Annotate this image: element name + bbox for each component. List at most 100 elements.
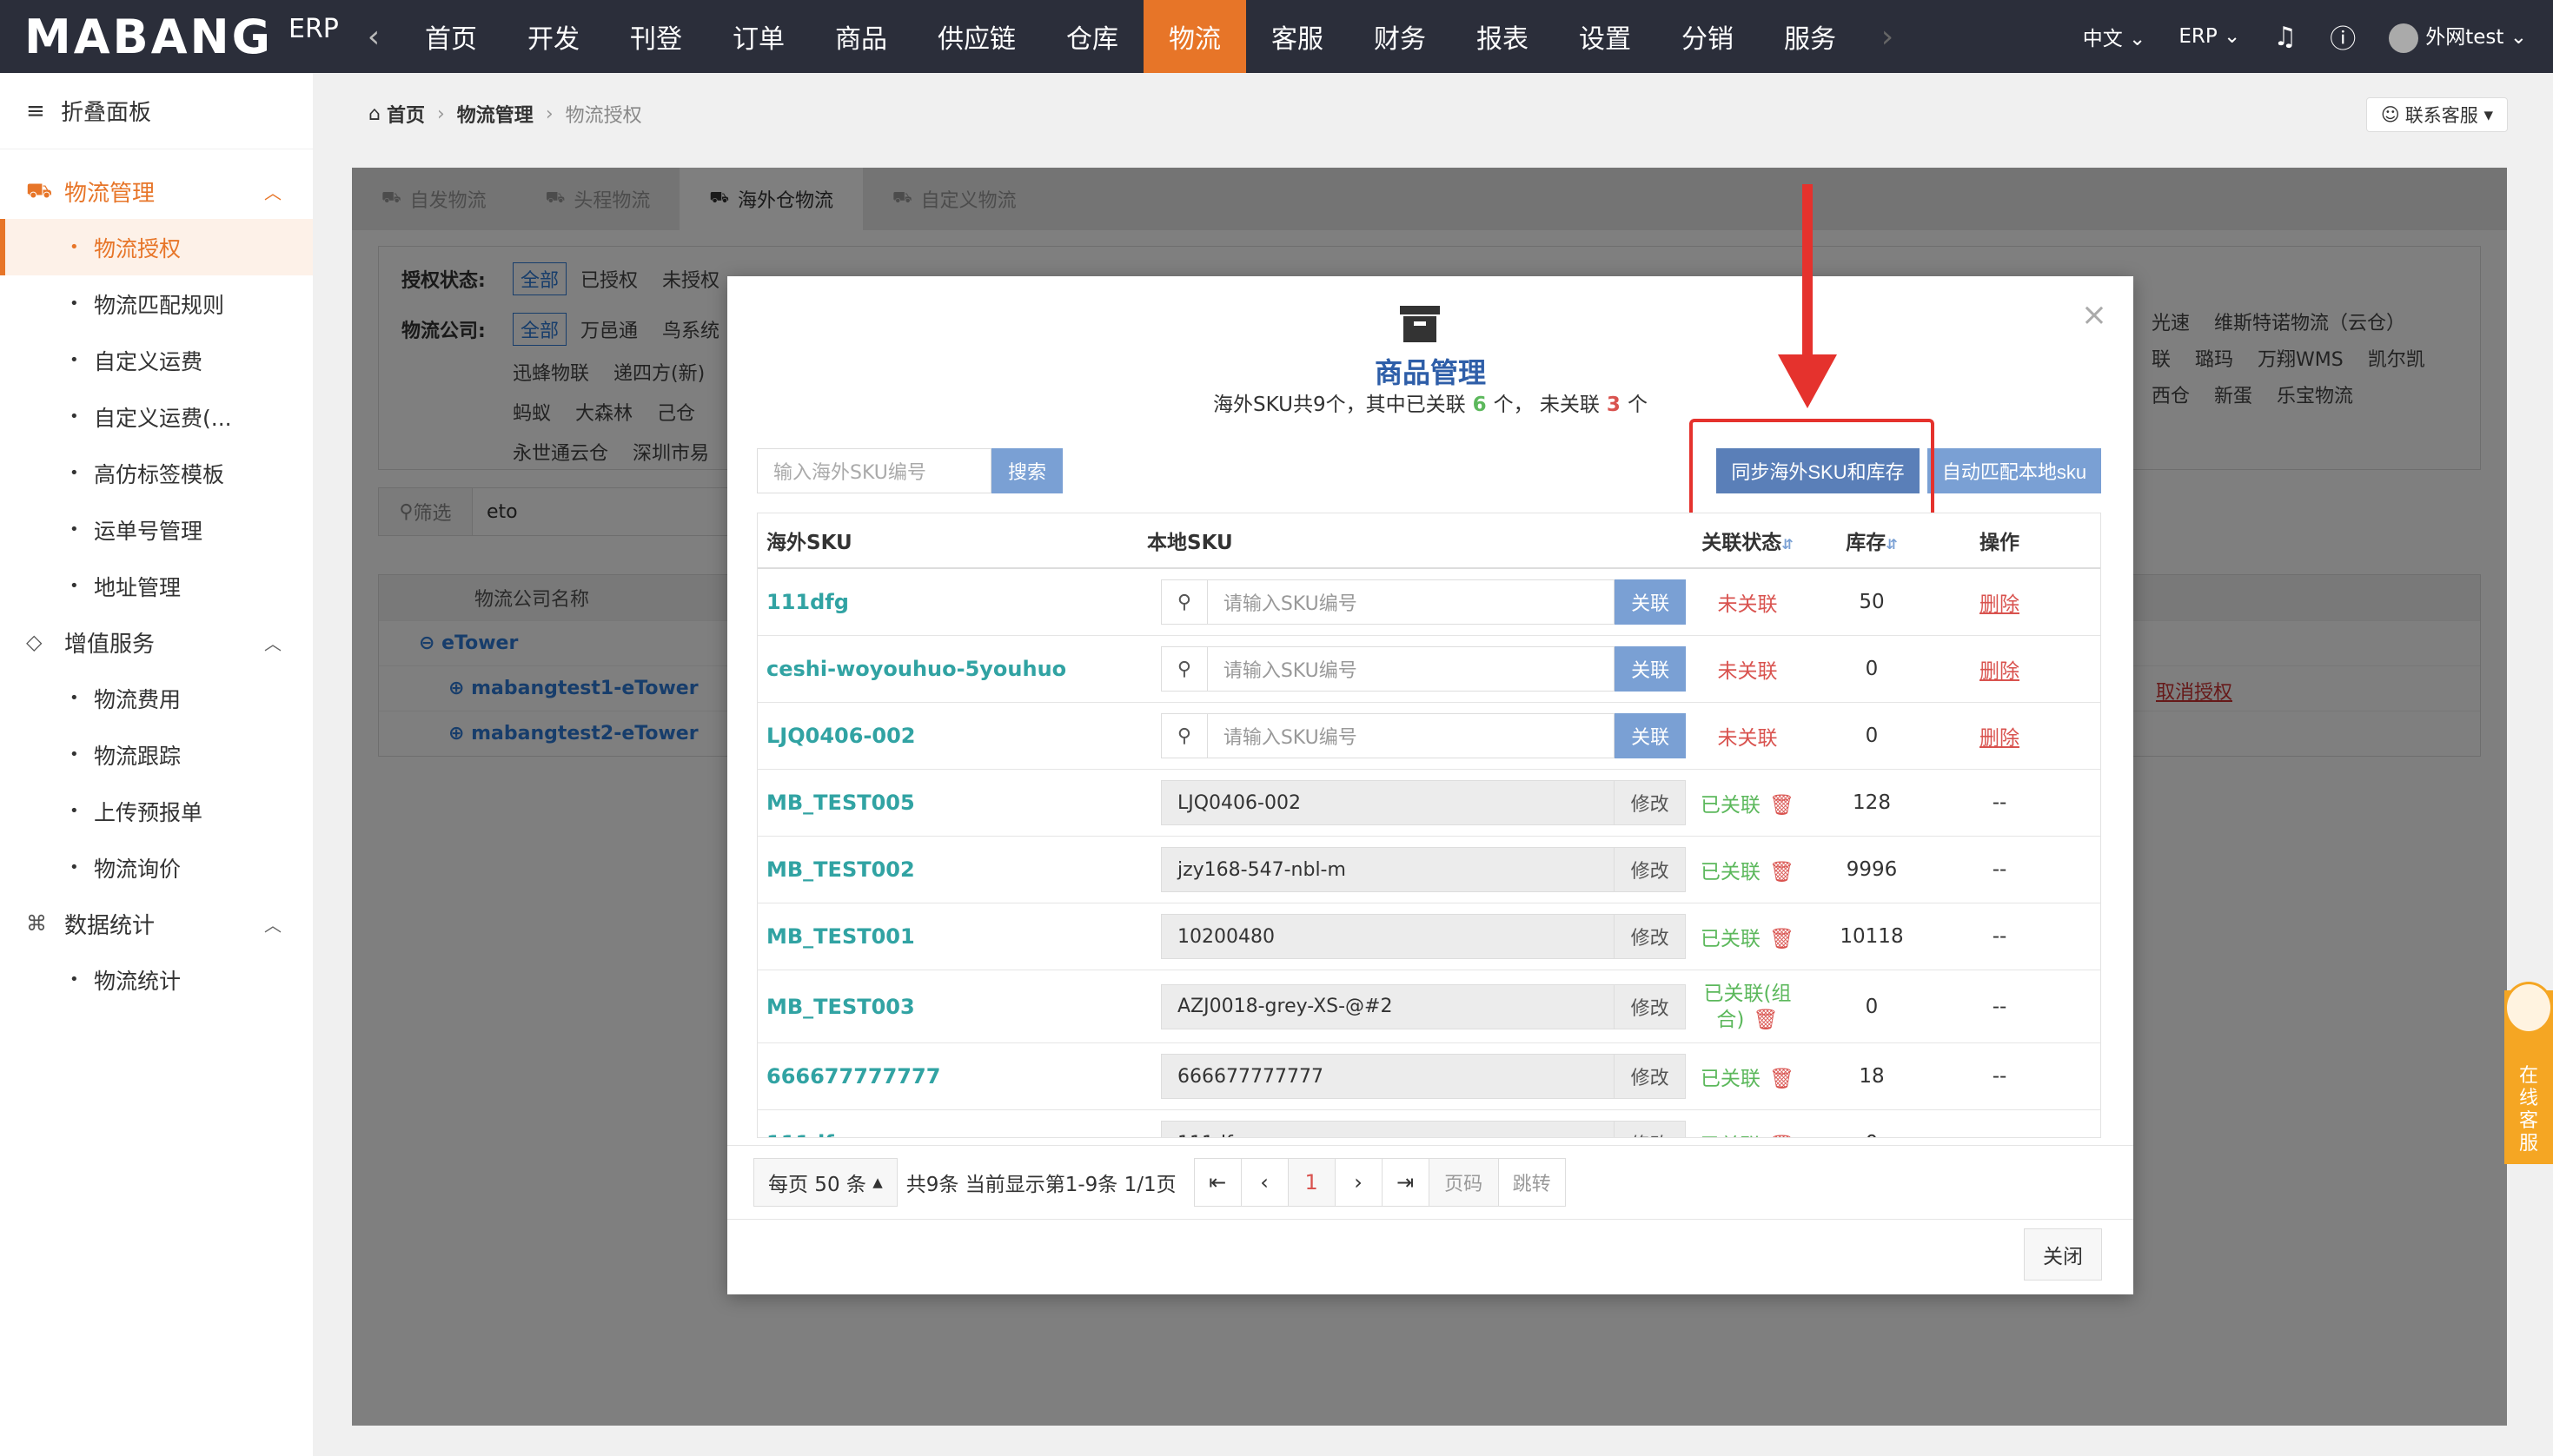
nav-item[interactable]: 订单 xyxy=(707,0,810,73)
nav-prev-icon[interactable]: ‹ xyxy=(348,19,400,55)
first-page-icon[interactable]: ⇤ xyxy=(1194,1159,1242,1206)
collapse-panel-button[interactable]: ≡ 折叠面板 xyxy=(0,73,313,149)
online-service-float[interactable]: 在线客服 xyxy=(2504,982,2553,1164)
sidebar-item[interactable]: 上传预报单 xyxy=(0,783,313,839)
link-button[interactable]: 关联 xyxy=(1615,579,1686,625)
auto-match-sku-button[interactable]: 自动匹配本地sku xyxy=(1927,448,2101,493)
sidebar-item[interactable]: 自定义运费(... xyxy=(0,388,313,445)
home-icon: ⌂ xyxy=(368,103,387,125)
delete-link[interactable]: 删除 xyxy=(1979,727,2019,750)
sidebar-item[interactable]: 物流询价 xyxy=(0,839,313,896)
status-badge: 未关联 xyxy=(1717,727,1778,750)
next-page-icon[interactable]: › xyxy=(1335,1159,1383,1206)
link-button[interactable]: 关联 xyxy=(1615,646,1686,692)
overseas-sku-search-input[interactable]: 输入海外SKU编号 xyxy=(757,448,991,493)
trash-icon[interactable]: 🗑 xyxy=(1769,794,1794,817)
link-button[interactable]: 关联 xyxy=(1615,713,1686,758)
user-menu[interactable]: 外网test ⌄ xyxy=(2389,20,2527,53)
local-sku-input[interactable]: 请输入SKU编号 xyxy=(1207,646,1615,692)
modify-button[interactable]: 修改 xyxy=(1615,1121,1686,1137)
close-icon[interactable]: × xyxy=(2081,297,2107,333)
sidebar-item[interactable]: 地址管理 xyxy=(0,558,313,614)
nav-item[interactable]: 开发 xyxy=(502,0,605,73)
modify-button[interactable]: 修改 xyxy=(1615,847,1686,892)
sidebar-group[interactable]: ⌘ 数据统计 ︿ xyxy=(0,896,313,951)
overseas-sku-link[interactable]: MB_TEST005 xyxy=(766,791,915,815)
delete-link[interactable]: 删除 xyxy=(1979,593,2019,616)
language-menu[interactable]: 中文 ⌄ xyxy=(2083,22,2146,51)
last-page-icon[interactable]: ⇥ xyxy=(1382,1159,1429,1206)
overseas-sku-link[interactable]: ceshi-woyouhuo-5youhuo xyxy=(766,657,1066,681)
modify-button[interactable]: 修改 xyxy=(1615,914,1686,959)
breadcrumb-logistics[interactable]: 物流管理 xyxy=(457,100,534,128)
modify-button[interactable]: 修改 xyxy=(1615,780,1686,825)
sidebar-group[interactable]: ◇ 增值服务 ︿ xyxy=(0,614,313,670)
jump-button[interactable]: 跳转 xyxy=(1498,1159,1565,1206)
table-row: LJQ0406-002 ⚲ 请输入SKU编号 关联 未关联 0 删除 xyxy=(758,703,2100,770)
search-button[interactable]: 搜索 xyxy=(991,448,1063,493)
sync-sku-stock-button[interactable]: 同步海外SKU和库存 xyxy=(1716,448,1920,493)
nav-item[interactable]: 财务 xyxy=(1349,0,1451,73)
col-status[interactable]: 关联状态⇵ xyxy=(1686,526,1809,555)
sidebar-item[interactable]: 运单号管理 xyxy=(0,501,313,558)
overseas-sku-link[interactable]: LJQ0406-002 xyxy=(766,724,915,748)
erp-menu[interactable]: ERP ⌄ xyxy=(2178,25,2240,48)
col-stock[interactable]: 库存⇵ xyxy=(1809,526,1934,555)
search-icon[interactable]: ⚲ xyxy=(1161,579,1208,625)
sidebar-item[interactable]: 物流费用 xyxy=(0,670,313,726)
nav-item[interactable]: 物流 xyxy=(1144,0,1246,73)
online-service-label: 在线客服 xyxy=(2518,1065,2538,1155)
overseas-sku-link[interactable]: 111dfg xyxy=(766,590,849,614)
page-size-select[interactable]: 每页 50 条 ▴ xyxy=(753,1158,898,1207)
sort-icon[interactable]: ⇵ xyxy=(1886,536,1897,553)
nav-next-icon[interactable]: › xyxy=(1861,19,1913,55)
nav-item[interactable]: 设置 xyxy=(1554,0,1656,73)
trash-icon[interactable]: 🗑 xyxy=(1769,928,1794,950)
bell-icon[interactable]: ♫ xyxy=(2273,22,2297,52)
modify-button[interactable]: 修改 xyxy=(1615,983,1686,1029)
local-sku-input[interactable]: 请输入SKU编号 xyxy=(1207,713,1615,758)
nav-item[interactable]: 报表 xyxy=(1451,0,1554,73)
modify-button[interactable]: 修改 xyxy=(1615,1054,1686,1099)
nav-item[interactable]: 客服 xyxy=(1246,0,1349,73)
contact-service-button[interactable]: ☺ 联系客服 ▾ xyxy=(2365,97,2508,132)
overseas-sku-link[interactable]: 111dfg xyxy=(766,1131,849,1137)
trash-icon[interactable]: 🗑 xyxy=(1769,1135,1794,1137)
local-sku-value: LJQ0406-002 xyxy=(1161,780,1615,825)
sidebar-item[interactable]: 自定义运费 xyxy=(0,332,313,388)
op-empty: -- xyxy=(1992,791,2007,814)
sidebar-item[interactable]: 物流授权 xyxy=(0,219,313,275)
search-icon[interactable]: ⚲ xyxy=(1161,713,1208,758)
overseas-sku-link[interactable]: MB_TEST002 xyxy=(766,857,915,882)
trash-icon[interactable]: 🗑 xyxy=(1769,1068,1794,1090)
trash-icon[interactable]: 🗑 xyxy=(1769,861,1794,884)
local-sku-input[interactable]: 请输入SKU编号 xyxy=(1207,579,1615,625)
nav-item[interactable]: 分销 xyxy=(1656,0,1759,73)
search-icon[interactable]: ⚲ xyxy=(1161,646,1208,692)
stock-value: 10118 xyxy=(1840,925,1904,948)
delete-link[interactable]: 删除 xyxy=(1979,660,2019,683)
breadcrumb-home[interactable]: 首页 xyxy=(387,100,425,128)
overseas-sku-link[interactable]: MB_TEST001 xyxy=(766,924,915,949)
sort-icon[interactable]: ⇵ xyxy=(1781,536,1793,553)
nav-item[interactable]: 供应链 xyxy=(912,0,1041,73)
prev-page-icon[interactable]: ‹ xyxy=(1241,1159,1289,1206)
close-button[interactable]: 关闭 xyxy=(2024,1228,2102,1281)
current-page[interactable]: 1 xyxy=(1288,1159,1336,1206)
nav-item[interactable]: 首页 xyxy=(400,0,502,73)
nav-item[interactable]: 服务 xyxy=(1759,0,1861,73)
nav-item[interactable]: 刊登 xyxy=(605,0,707,73)
sidebar-item[interactable]: 物流统计 xyxy=(0,951,313,1008)
nav-item[interactable]: 商品 xyxy=(810,0,912,73)
sidebar-item[interactable]: 物流匹配规则 xyxy=(0,275,313,332)
sidebar-group[interactable]: ⛟ 物流管理 ︿ xyxy=(0,163,313,219)
help-icon[interactable]: ⓘ xyxy=(2330,17,2356,56)
sidebar-item[interactable]: 物流跟踪 xyxy=(0,726,313,783)
nav-item[interactable]: 仓库 xyxy=(1041,0,1144,73)
goto-page-input[interactable]: 页码 xyxy=(1429,1159,1499,1206)
trash-icon[interactable]: 🗑 xyxy=(1753,1009,1778,1031)
sidebar-item[interactable]: 高仿标签模板 xyxy=(0,445,313,501)
mabang-logo[interactable]: MABANG ERP xyxy=(0,0,348,73)
overseas-sku-link[interactable]: MB_TEST003 xyxy=(766,995,915,1019)
overseas-sku-link[interactable]: 666677777777 xyxy=(766,1064,940,1089)
